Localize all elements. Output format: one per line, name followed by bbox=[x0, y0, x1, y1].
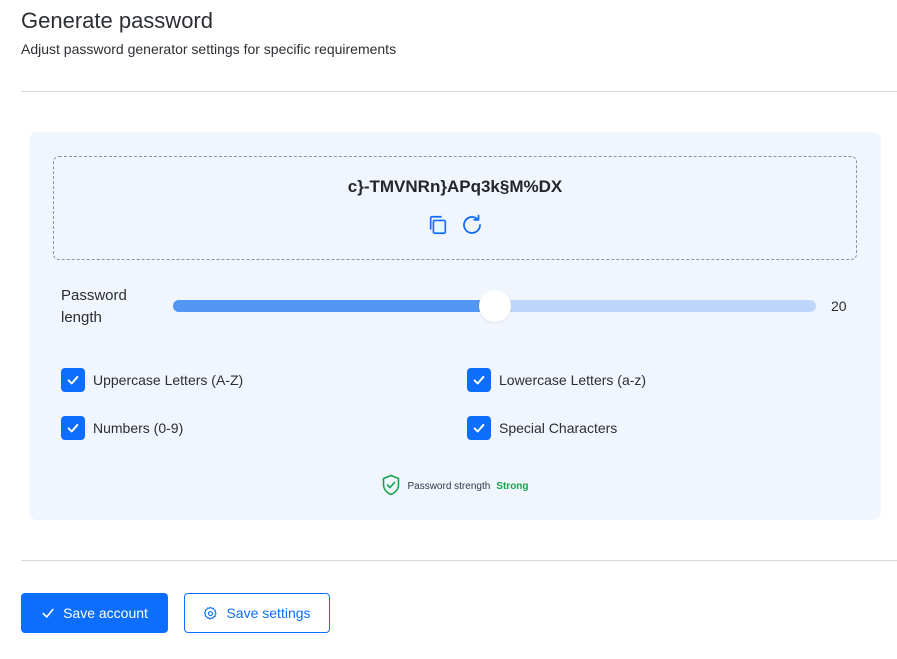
generator-panel: c}-TMVNRn}APq3k§M%DX Password length 20 … bbox=[29, 132, 881, 520]
lowercase-checkbox[interactable] bbox=[467, 368, 491, 392]
save-settings-button[interactable]: Save settings bbox=[184, 593, 330, 633]
bottom-divider bbox=[21, 560, 897, 561]
numbers-checkbox[interactable] bbox=[61, 416, 85, 440]
slider-fill bbox=[173, 300, 495, 312]
copy-icon[interactable] bbox=[426, 213, 450, 237]
option-numbers[interactable]: Numbers (0-9) bbox=[61, 416, 183, 440]
password-length-value: 20 bbox=[831, 298, 847, 314]
generate-password-page: Generate password Adjust password genera… bbox=[0, 0, 897, 659]
password-strength: Password strength Strong bbox=[29, 474, 881, 499]
strength-label: Password strength bbox=[407, 481, 491, 492]
password-actions bbox=[54, 213, 856, 237]
special-checkbox[interactable] bbox=[467, 416, 491, 440]
special-label: Special Characters bbox=[499, 420, 618, 436]
save-account-button[interactable]: Save account bbox=[21, 593, 168, 633]
numbers-label: Numbers (0-9) bbox=[93, 420, 184, 436]
option-uppercase[interactable]: Uppercase Letters (A-Z) bbox=[61, 368, 243, 392]
password-length-label: Password length bbox=[61, 287, 127, 326]
uppercase-label: Uppercase Letters (A-Z) bbox=[93, 372, 244, 388]
option-special[interactable]: Special Characters bbox=[467, 416, 617, 440]
shield-check-icon bbox=[381, 474, 401, 499]
save-settings-label: Save settings bbox=[226, 605, 311, 621]
refresh-icon[interactable] bbox=[460, 213, 484, 237]
generated-password-box: c}-TMVNRn}APq3k§M%DX bbox=[53, 156, 857, 260]
password-length-slider[interactable] bbox=[173, 290, 816, 322]
option-lowercase[interactable]: Lowercase Letters (a-z) bbox=[467, 368, 646, 392]
check-icon bbox=[42, 608, 54, 618]
page-subtitle: Adjust password generator settings for s… bbox=[21, 41, 397, 57]
page-title: Generate password bbox=[21, 8, 213, 33]
uppercase-checkbox[interactable] bbox=[61, 368, 85, 392]
strength-value: Strong bbox=[496, 481, 529, 492]
slider-thumb[interactable] bbox=[478, 290, 511, 322]
generated-password: c}-TMVNRn}APq3k§M%DX bbox=[347, 177, 563, 196]
top-divider bbox=[21, 91, 897, 92]
save-account-label: Save account bbox=[63, 605, 148, 621]
gear-icon bbox=[204, 606, 218, 620]
lowercase-label: Lowercase Letters (a-z) bbox=[499, 372, 647, 388]
